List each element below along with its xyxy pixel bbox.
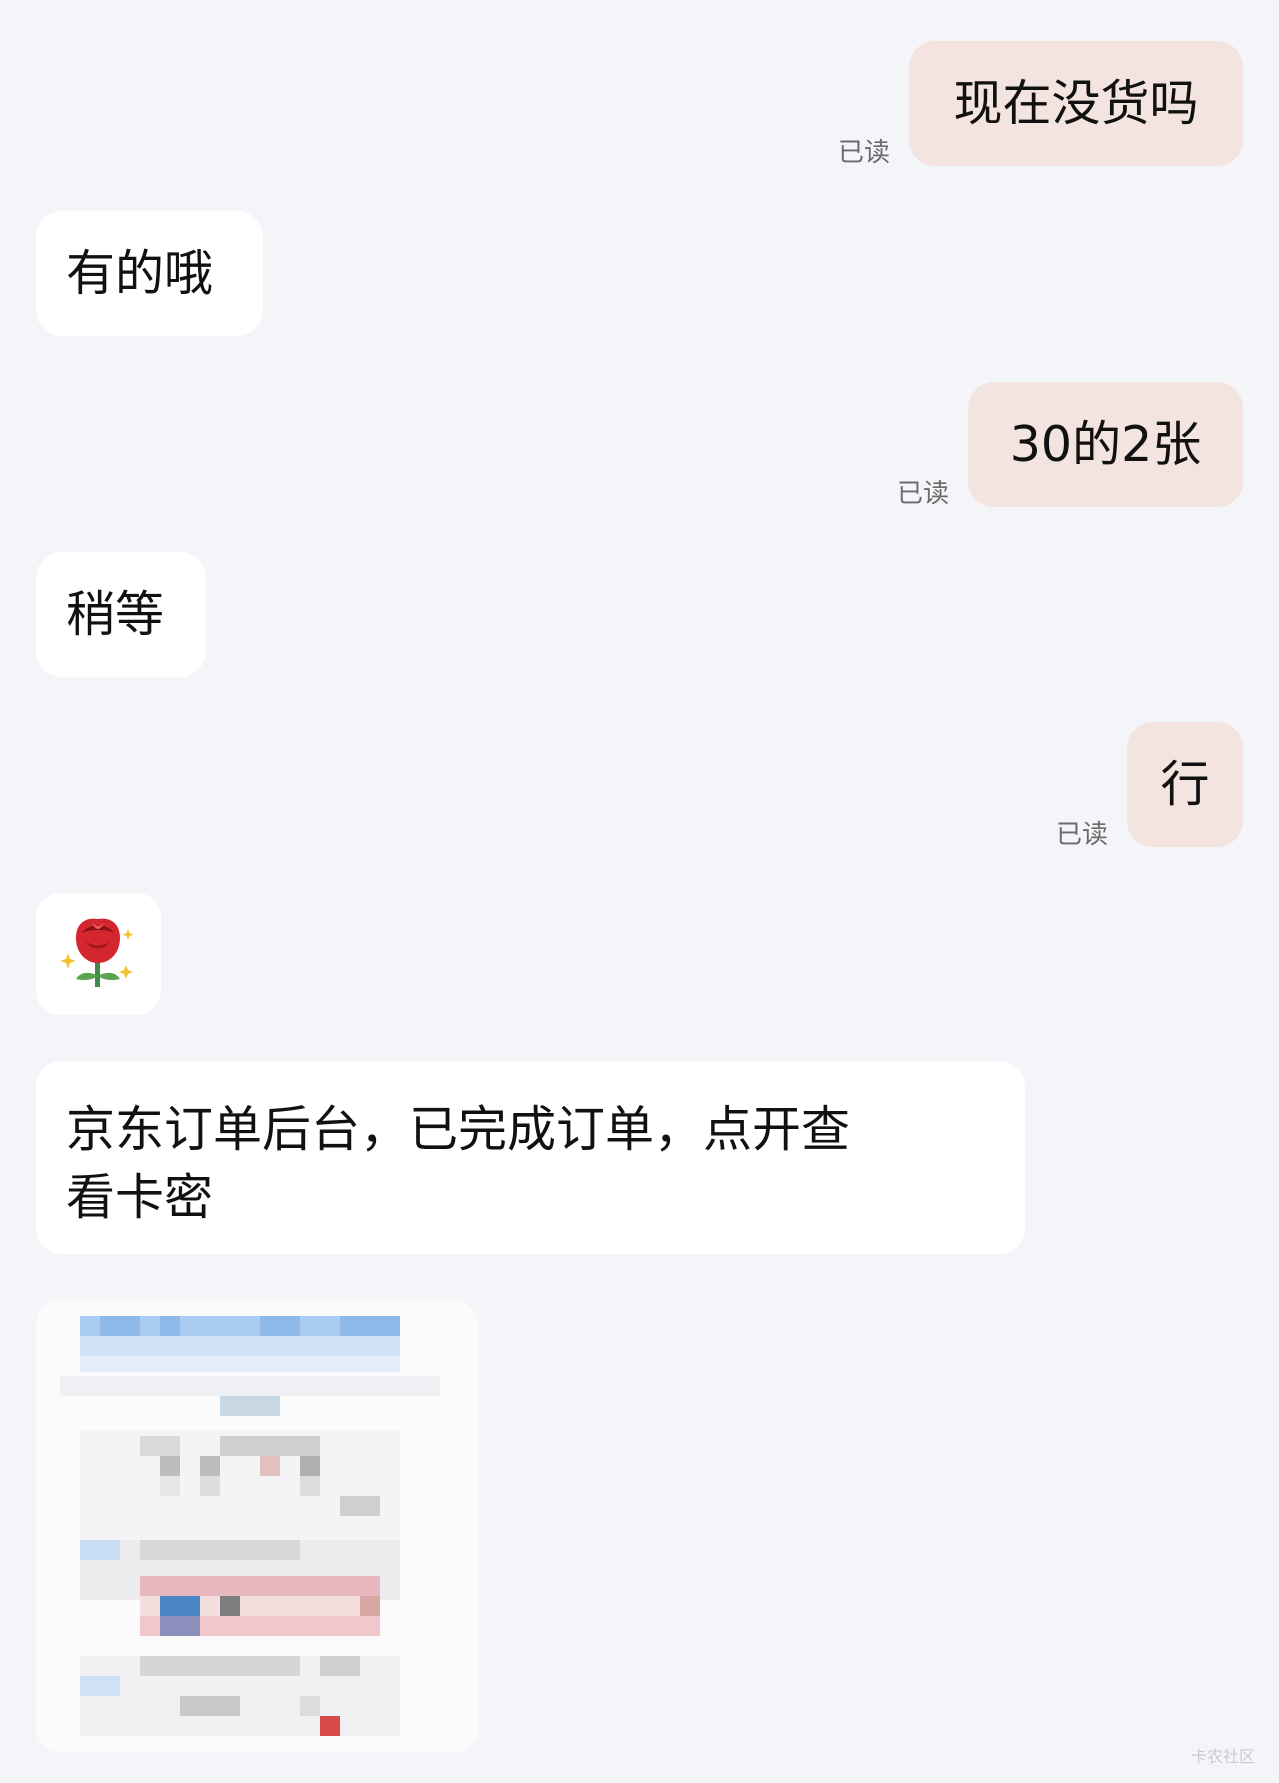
message-bubble-incoming[interactable] bbox=[36, 893, 161, 1015]
message-text: 30的2张 bbox=[1009, 415, 1202, 473]
message-text-line: 京东订单后台，已完成订单，点开查 bbox=[66, 1101, 851, 1158]
message-text: 现在没货吗 bbox=[953, 74, 1199, 132]
read-status: 已读 bbox=[897, 479, 950, 509]
message-text: 有的哦 bbox=[66, 244, 214, 302]
message-bubble-incoming[interactable]: 稍等 bbox=[36, 552, 206, 677]
message-bubble-outgoing[interactable]: 现在没货吗 bbox=[909, 41, 1243, 166]
pixelated-screenshot-image bbox=[36, 1300, 478, 1752]
watermark: 卡农社区 bbox=[1190, 1747, 1255, 1766]
message-text: 行 bbox=[1160, 755, 1210, 813]
message-text-line: 看卡密 bbox=[66, 1169, 214, 1226]
message-bubble-outgoing[interactable]: 行 bbox=[1127, 722, 1243, 847]
message-bubble-incoming[interactable]: 京东订单后台，已完成订单，点开查 看卡密 bbox=[36, 1061, 1025, 1254]
read-status: 已读 bbox=[1056, 820, 1109, 850]
message-bubble-incoming[interactable]: 有的哦 bbox=[36, 211, 263, 336]
rose-sparkle-icon bbox=[60, 918, 134, 987]
read-status: 已读 bbox=[838, 138, 891, 168]
message-bubble-outgoing[interactable]: 30的2张 bbox=[968, 382, 1243, 507]
message-text: 稍等 bbox=[66, 585, 165, 643]
image-message[interactable] bbox=[36, 1300, 478, 1752]
